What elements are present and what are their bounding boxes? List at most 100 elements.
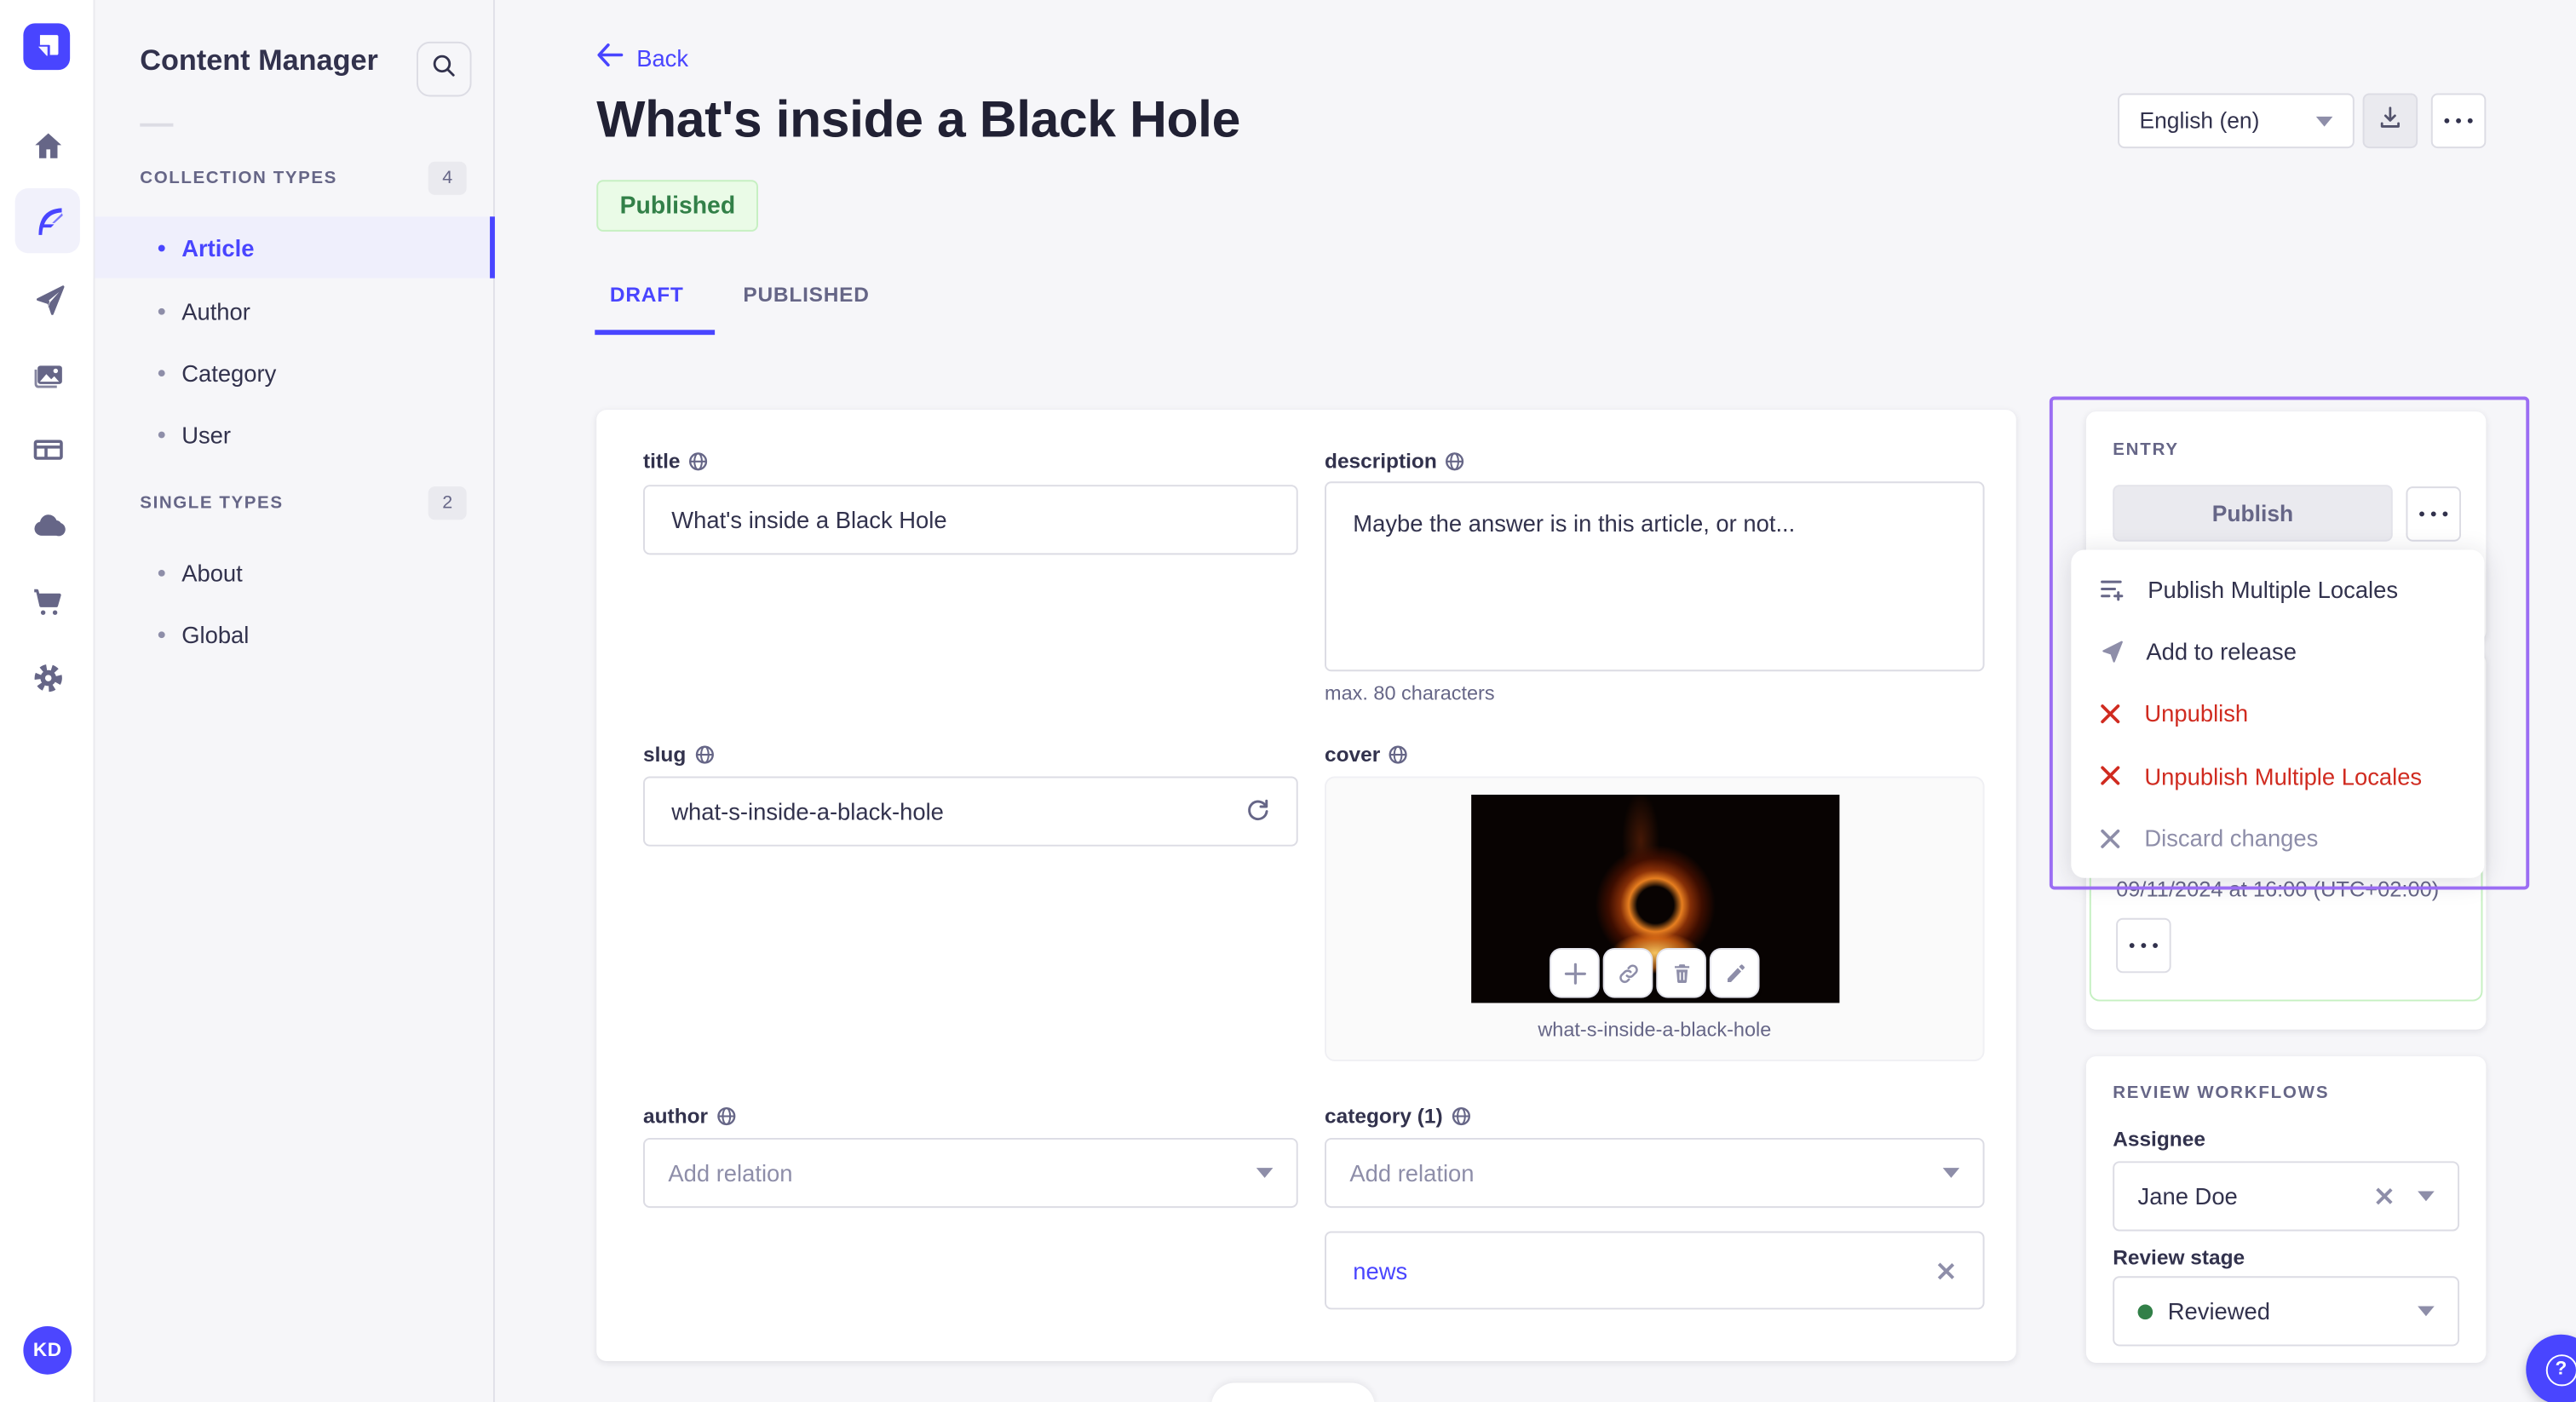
assignee-label: Assignee (2113, 1128, 2205, 1152)
chevron-down-icon (1942, 1168, 1960, 1178)
review-stage-select[interactable]: Reviewed (2113, 1276, 2460, 1347)
category-field-label: category (1) (1325, 1105, 1471, 1128)
description-textarea[interactable]: Maybe the answer is in this article, or … (1325, 481, 1985, 672)
collapsed-bottom-panel[interactable] (1211, 1382, 1375, 1402)
add-media-button[interactable] (1550, 947, 1600, 998)
paper-plane-icon (2102, 641, 2123, 663)
status-badge: Published (596, 180, 759, 232)
bullet-icon (158, 430, 165, 438)
sidebar-item-category[interactable]: Category (95, 342, 494, 403)
slug-field-label: slug (643, 743, 715, 767)
publish-button[interactable]: Publish (2113, 485, 2393, 542)
menu-item-unpublish-multiple-locales[interactable]: Unpublish Multiple Locales (2071, 745, 2484, 807)
sidebar-item-article[interactable]: Article (95, 216, 495, 279)
title-input[interactable] (643, 485, 1298, 555)
strapi-logo[interactable] (23, 23, 71, 71)
chevron-down-icon (2418, 1306, 2435, 1317)
tab-draft[interactable]: DRAFT (610, 284, 684, 307)
more-options-icon (2130, 942, 2158, 949)
entry-actions-menu: Publish Multiple Locales Add to release … (2071, 549, 2485, 878)
globe-icon (717, 1106, 736, 1126)
search-icon (430, 51, 458, 88)
description-field-label: description (1325, 450, 1465, 474)
arrow-left-icon (596, 43, 624, 72)
menu-item-unpublish[interactable]: Unpublish (2071, 683, 2484, 745)
slug-input[interactable] (643, 776, 1298, 847)
menu-item-publish-multiple-locales[interactable]: Publish Multiple Locales (2071, 558, 2484, 620)
author-field-label: author (643, 1105, 736, 1128)
delete-media-button[interactable] (1656, 947, 1706, 998)
trash-icon (1674, 963, 1689, 983)
settings-gear-icon[interactable] (15, 645, 80, 710)
content-manager-icon[interactable] (14, 188, 80, 254)
question-mark-icon: ? (2544, 1353, 2576, 1386)
edit-media-button[interactable] (1709, 947, 1760, 998)
pencil-icon (1727, 963, 1745, 982)
download-button[interactable] (2362, 93, 2418, 149)
cloud-icon[interactable] (15, 493, 80, 558)
entry-more-button[interactable] (2406, 486, 2462, 542)
section-collection-types: COLLECTION TYPES (140, 168, 337, 189)
user-avatar[interactable]: KD (23, 1325, 72, 1375)
sidebar-item-about[interactable]: About (95, 542, 494, 603)
globe-icon (1389, 745, 1408, 764)
download-icon (2376, 102, 2404, 139)
tab-published[interactable]: PUBLISHED (743, 284, 869, 307)
releases-icon[interactable] (15, 267, 80, 331)
bullet-icon (158, 630, 165, 638)
search-button[interactable] (417, 41, 472, 97)
scheduled-date: 09/11/2024 at 16:00 (UTC+02:00) (2116, 876, 2440, 902)
content-manager-sidebar: Content Manager COLLECTION TYPES 4 Artic… (95, 0, 495, 1402)
list-plus-icon (2101, 581, 2124, 601)
bullet-icon (158, 568, 165, 576)
bullet-icon (158, 369, 165, 376)
media-library-icon[interactable] (15, 342, 80, 406)
globe-icon (1452, 1106, 1470, 1126)
page-title: What's inside a Black Hole (596, 89, 1240, 149)
single-types-count-badge: 2 (428, 486, 467, 520)
copy-link-button[interactable] (1602, 947, 1653, 998)
cover-field-label: cover (1325, 743, 1409, 767)
sidebar-item-global[interactable]: Global (95, 603, 494, 664)
globe-icon (695, 745, 714, 764)
more-options-icon (2419, 511, 2447, 517)
chevron-down-icon (1256, 1168, 1274, 1178)
menu-item-discard-changes[interactable]: Discard changes (2071, 807, 2484, 870)
back-link[interactable]: Back (596, 43, 688, 72)
assignee-select[interactable]: Jane Doe (2113, 1161, 2460, 1232)
cross-icon (2101, 829, 2120, 848)
help-button[interactable]: ? (2526, 1334, 2576, 1402)
description-helper: max. 80 characters (1325, 681, 1495, 705)
cover-filename: what-s-inside-a-black-hole (1538, 1018, 1772, 1042)
link-icon (1619, 963, 1637, 983)
menu-item-add-to-release[interactable]: Add to release (2071, 620, 2484, 682)
category-tag-news[interactable]: news (1353, 1257, 1407, 1284)
content-type-builder-icon[interactable] (15, 417, 80, 481)
release-more-button[interactable] (2116, 917, 2171, 974)
globe-icon (1446, 452, 1464, 471)
more-options-icon (2444, 118, 2473, 124)
collection-types-count-badge: 4 (428, 161, 467, 195)
divider (140, 123, 174, 127)
review-stage-label: Review stage (2113, 1246, 2245, 1270)
cross-icon (2101, 767, 2120, 786)
chevron-down-icon (2315, 115, 2333, 126)
more-options-button[interactable] (2430, 93, 2487, 149)
marketplace-icon[interactable] (15, 568, 80, 633)
active-tab-indicator (595, 330, 716, 336)
category-tag-row: news (1325, 1231, 1985, 1310)
sidebar-item-user[interactable]: User (95, 403, 494, 464)
globe-icon (689, 452, 708, 471)
locale-select[interactable]: English (en) (2118, 93, 2355, 149)
clear-assignee-icon[interactable] (2374, 1187, 2394, 1206)
cover-actions (1550, 947, 1760, 998)
title-field-label: title (643, 450, 709, 474)
sidebar-item-author[interactable]: Author (95, 280, 494, 342)
plus-icon (1563, 962, 1585, 984)
category-relation-select[interactable]: Add relation (1325, 1137, 1985, 1209)
home-icon[interactable] (15, 113, 80, 178)
regenerate-slug-icon[interactable] (1243, 796, 1273, 835)
author-relation-select[interactable]: Add relation (643, 1137, 1298, 1209)
remove-tag-icon[interactable] (1936, 1261, 1956, 1280)
sidebar-title: Content Manager (140, 43, 378, 77)
